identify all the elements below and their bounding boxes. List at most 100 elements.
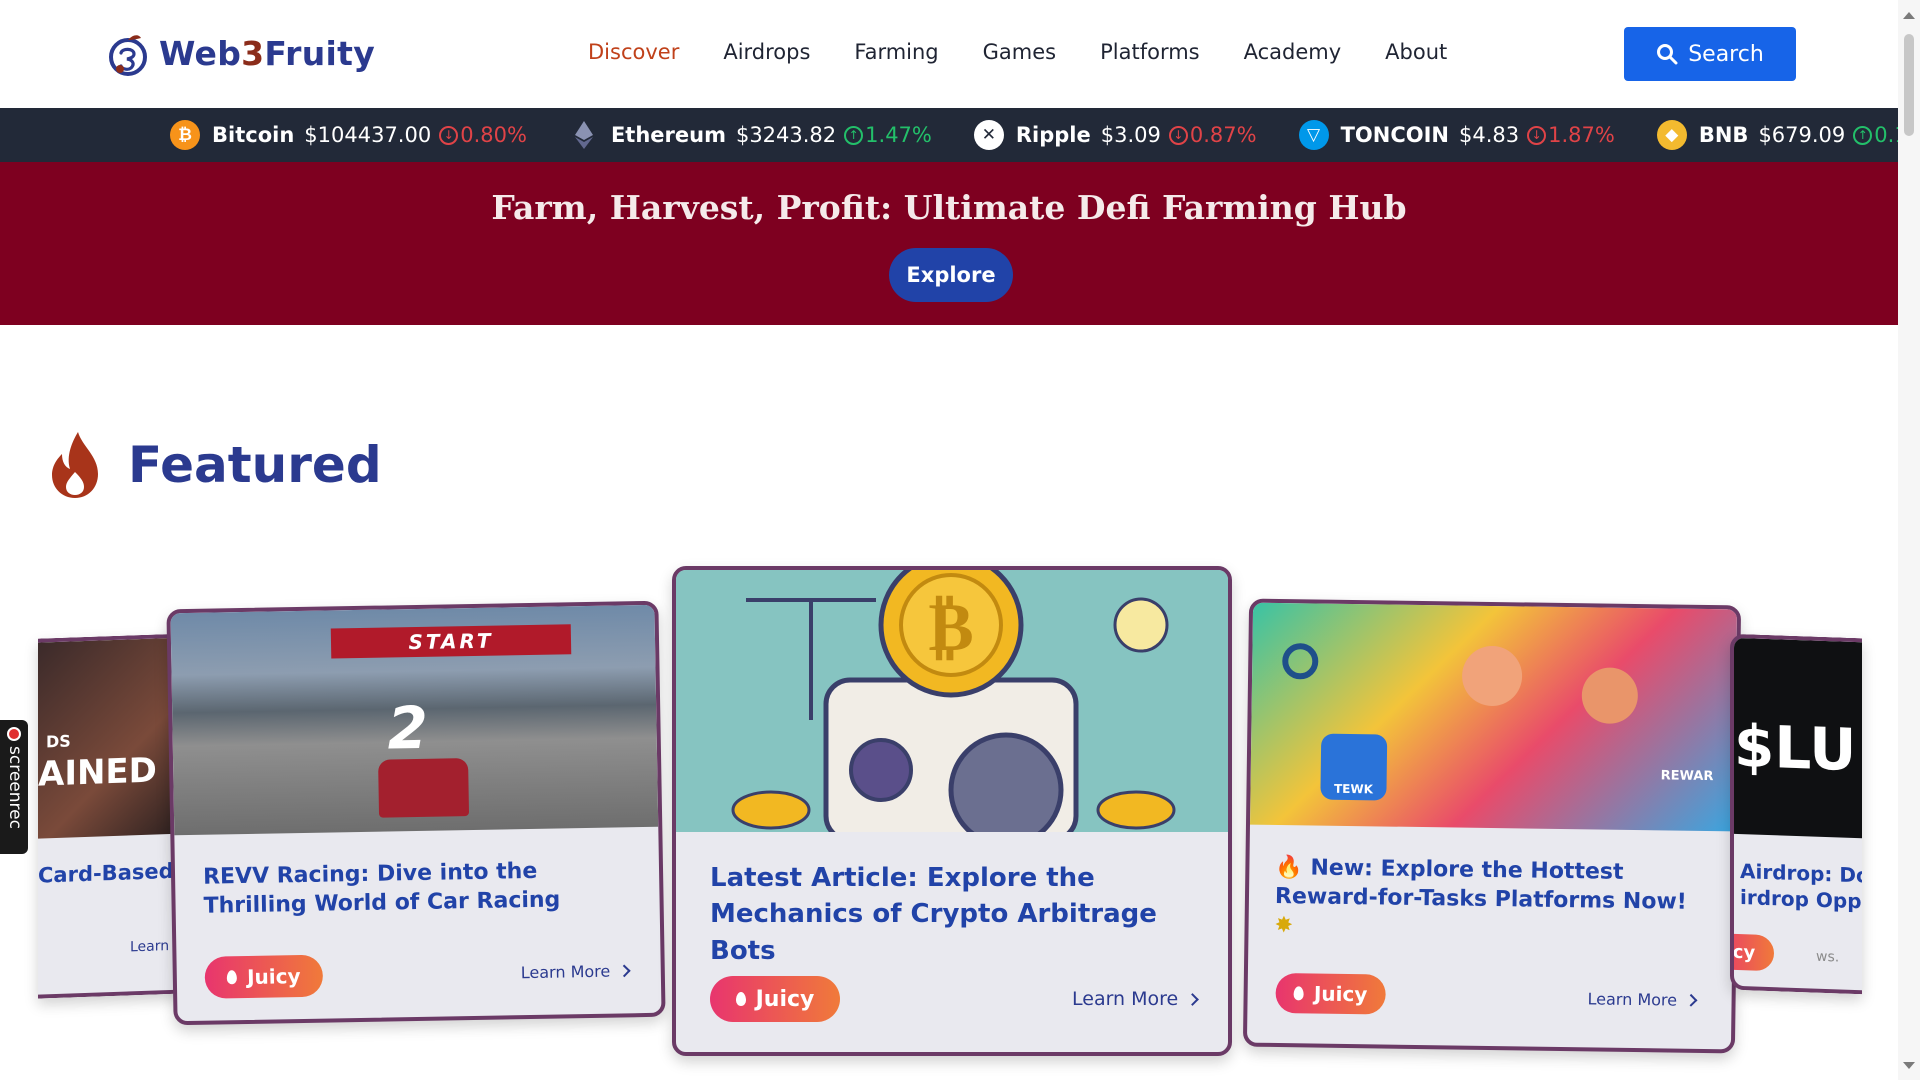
- fire-icon: 🔥: [1275, 854, 1303, 881]
- coin-price: $3.09: [1100, 123, 1161, 147]
- person-shape: [1581, 667, 1639, 725]
- ethereum-icon: [569, 120, 599, 150]
- card-image-text: DS: [46, 731, 71, 752]
- race-car-shape: [378, 758, 470, 818]
- arrow-down-icon: ↓: [439, 125, 459, 145]
- nav-discover[interactable]: Discover: [566, 40, 701, 64]
- nav-airdrops[interactable]: Airdrops: [701, 40, 832, 64]
- coin-change: ↓ 0.87%: [1168, 123, 1257, 147]
- card-title: Card-Based: [38, 858, 174, 888]
- explore-button[interactable]: Explore: [889, 248, 1013, 302]
- juicy-badge[interactable]: cy: [1730, 933, 1774, 972]
- price-ticker: ₿ Bitcoin $104437.00 ↓ 0.80% Ethereum $32…: [0, 108, 1920, 162]
- screenrec-label: screenrec: [5, 746, 25, 829]
- juicy-badge[interactable]: Juicy: [204, 954, 324, 999]
- card-image-text: START: [330, 624, 572, 659]
- scroll-thumb[interactable]: [1904, 34, 1914, 136]
- search-label: Search: [1688, 41, 1764, 67]
- card-image: TEWK REWAR: [1249, 602, 1738, 832]
- card-title: 🔥 New: Explore the Hottest Reward-for-Ta…: [1274, 854, 1687, 939]
- card-image: ₿: [676, 570, 1228, 832]
- featured-card-partial-right[interactable]: $LU Airdrop: Do irdrop Oppo cy ws.: [1730, 633, 1862, 995]
- coin-name: Ripple: [1015, 123, 1091, 147]
- featured-card-arbitrage-bots[interactable]: ₿ Latest Article: Explore the Mechanics …: [672, 566, 1232, 1056]
- card-image-text: 2: [386, 693, 429, 763]
- ticker-item-ripple[interactable]: ✕ Ripple $3.09 ↓ 0.87%: [973, 120, 1257, 150]
- scroll-down-arrow-icon[interactable]: [1903, 1062, 1915, 1069]
- main-nav: Discover Airdrops Farming Games Platform…: [566, 40, 1469, 64]
- arrow-down-icon: ↓: [1527, 125, 1547, 145]
- hero-banner: Farm, Harvest, Profit: Ultimate Defi Far…: [0, 162, 1898, 325]
- nav-about[interactable]: About: [1363, 40, 1469, 64]
- sparkle-icon: ✸: [1274, 913, 1294, 939]
- card-image: DS AINED: [38, 637, 184, 839]
- ticker-item-toncoin[interactable]: ▽ TONCOIN $4.83 ↓ 1.87%: [1298, 120, 1615, 150]
- screenrec-tab[interactable]: screenrec: [0, 720, 28, 854]
- featured-card-reward-tasks[interactable]: TEWK REWAR 🔥 New: Explore the Hottest Re…: [1242, 598, 1742, 1054]
- coin-price: $3243.82: [735, 123, 837, 147]
- card-image: $LU: [1734, 637, 1862, 839]
- search-icon: [1657, 44, 1678, 65]
- nav-farming[interactable]: Farming: [832, 40, 960, 64]
- scroll-up-arrow-icon[interactable]: [1903, 12, 1915, 19]
- site-header: Web3Fruity Discover Airdrops Farming Gam…: [0, 0, 1898, 108]
- card-title: Latest Article: Explore the Mechanics of…: [710, 863, 1157, 966]
- coin-price: $104437.00: [304, 123, 432, 147]
- chevron-right-icon: [1685, 993, 1698, 1007]
- nav-academy[interactable]: Academy: [1222, 40, 1364, 64]
- featured-heading: Featured: [48, 430, 382, 500]
- learn-more-link[interactable]: Learn More: [1587, 989, 1698, 1010]
- card-image-text: $LU: [1734, 711, 1857, 785]
- card-image: START 2: [170, 604, 659, 836]
- ripple-icon: ✕: [973, 120, 1004, 150]
- coin-name: Bitcoin: [212, 123, 295, 147]
- coin-name: Ethereum: [610, 123, 726, 147]
- coin-price: $679.09: [1758, 123, 1846, 147]
- logo-icon: [109, 35, 147, 76]
- learn-more-link[interactable]: Learn More: [1072, 988, 1200, 1010]
- page-scrollbar[interactable]: [1898, 0, 1920, 1080]
- coin-price: $4.83: [1459, 123, 1520, 147]
- bnb-icon: ◆: [1656, 120, 1687, 150]
- drop-icon: [735, 992, 746, 1006]
- arrow-up-icon: ↑: [1853, 125, 1873, 145]
- learn-more-link[interactable]: ws.: [1816, 949, 1839, 966]
- arrow-up-icon: ↑: [844, 125, 864, 145]
- coin-change: ↑ 1.47%: [844, 123, 932, 147]
- coin-change: ↓ 1.87%: [1527, 123, 1615, 147]
- coin-name: TONCOIN: [1340, 123, 1449, 147]
- nav-platforms[interactable]: Platforms: [1078, 40, 1222, 64]
- nav-games[interactable]: Games: [961, 40, 1078, 64]
- site-logo[interactable]: Web3Fruity: [107, 28, 375, 78]
- crypto-robot-illustration: ₿: [676, 570, 1228, 832]
- chevron-right-icon: [1186, 992, 1200, 1006]
- card-image-text: AINED: [38, 750, 157, 795]
- toncoin-icon: ▽: [1298, 120, 1329, 150]
- juicy-badge[interactable]: Juicy: [1275, 972, 1386, 1015]
- ticker-item-ethereum[interactable]: Ethereum $3243.82 ↑ 1.47%: [569, 120, 932, 150]
- card-image-text: TEWK: [1320, 733, 1388, 801]
- featured-card-revv-racing[interactable]: START 2 REVV Racing: Dive into the Thril…: [166, 600, 666, 1026]
- coin-change: ↓ 0.80%: [439, 123, 527, 147]
- ticker-item-bnb[interactable]: ◆ BNB $679.09 ↑0.17%: [1656, 120, 1920, 150]
- drop-icon: [1293, 986, 1305, 1001]
- card-image-text: REWAR: [1660, 768, 1714, 785]
- arrow-down-icon: ↓: [1168, 125, 1188, 145]
- gear-icon: [1282, 643, 1319, 680]
- coin-name: BNB: [1698, 123, 1749, 147]
- search-button[interactable]: Search: [1624, 27, 1796, 81]
- card-title: REVV Racing: Dive into the Thrilling Wor…: [202, 858, 561, 919]
- brand-name: Web3Fruity: [159, 33, 376, 73]
- ticker-item-bitcoin[interactable]: ₿ Bitcoin $104437.00 ↓ 0.80%: [170, 120, 527, 150]
- juicy-badge[interactable]: Juicy: [710, 976, 840, 1022]
- bitcoin-icon: ₿: [170, 120, 200, 150]
- chevron-right-icon: [618, 964, 632, 978]
- flame-icon: [52, 432, 98, 498]
- learn-more-link[interactable]: Learn More: [521, 961, 632, 982]
- learn-more-link[interactable]: Learn: [130, 938, 169, 955]
- record-icon: [7, 727, 21, 741]
- featured-card-partial-left[interactable]: DS AINED Card-Based Learn: [38, 633, 188, 999]
- featured-title: Featured: [128, 436, 382, 494]
- banner-title: Farm, Harvest, Profit: Ultimate Defi Far…: [491, 188, 1407, 227]
- svg-text:₿: ₿: [928, 588, 973, 667]
